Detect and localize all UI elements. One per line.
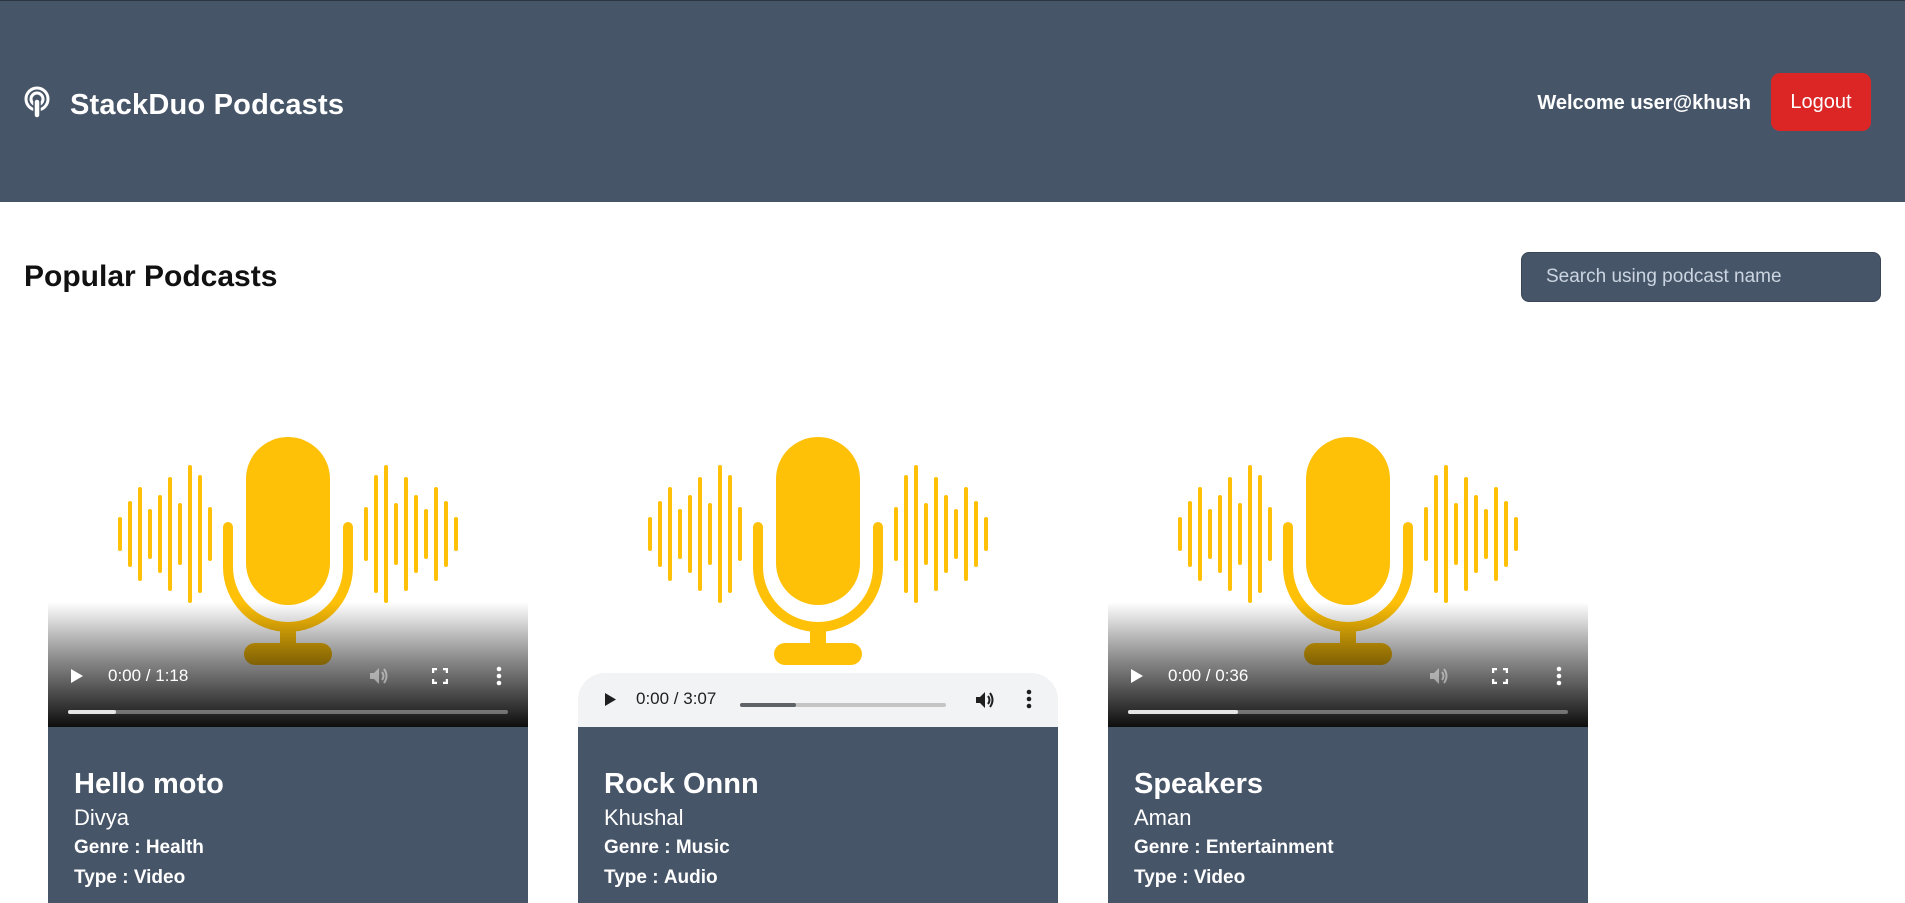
volume-icon[interactable] (368, 666, 390, 691)
podcast-author: Divya (74, 805, 130, 830)
volume-icon[interactable] (1428, 666, 1450, 691)
page-title: Popular Podcasts (24, 260, 278, 293)
welcome-text: Welcome user@khush (1537, 92, 1751, 114)
podcast-card[interactable]: 0:00 / 3:07 Rock Onnn Khushal Genre : Mu… (578, 420, 1058, 903)
more-options-icon[interactable] (496, 666, 502, 691)
video-player[interactable]: 0:00 / 0:36 (1108, 420, 1588, 727)
podcast-type: Type : Audio (604, 867, 718, 888)
podcast-card[interactable]: 0:00 / 1:18 Hello moto Divya Genre : Hea… (48, 420, 528, 903)
podcast-genre: Genre : Entertainment (1134, 837, 1334, 858)
video-progress-bar[interactable] (1128, 710, 1568, 714)
podcast-info: Rock Onnn Khushal Genre : Music Type : A… (578, 727, 1058, 903)
play-icon[interactable] (1130, 668, 1144, 689)
more-options-icon[interactable] (1556, 666, 1562, 691)
podcast-card[interactable]: 0:00 / 0:36 Speakers Aman Genre : Entert… (1108, 420, 1588, 903)
podcast-type: Type : Video (1134, 867, 1246, 888)
video-player[interactable]: 0:00 / 1:18 (48, 420, 528, 727)
play-icon[interactable] (604, 692, 617, 712)
microphone-icon (648, 437, 988, 665)
audio-player[interactable]: 0:00 / 3:07 (578, 673, 1058, 727)
more-options-icon[interactable] (1026, 689, 1032, 714)
podcast-genre: Genre : Health (74, 837, 204, 858)
video-time: 0:00 / 1:18 (108, 666, 189, 685)
podcast-title: Speakers (1134, 768, 1263, 800)
logout-button[interactable]: Logout (1771, 73, 1871, 131)
app-title: StackDuo Podcasts (70, 89, 345, 121)
podcast-info: Hello moto Divya Genre : Health Type : V… (48, 727, 528, 903)
audio-progress-bar[interactable] (740, 703, 946, 707)
navbar: StackDuo Podcasts Welcome user@khush Log… (0, 0, 1905, 202)
podcast-info: Speakers Aman Genre : Entertainment Type… (1108, 727, 1588, 903)
video-controls: 0:00 / 1:18 (48, 662, 528, 692)
audio-time: 0:00 / 3:07 (636, 689, 717, 708)
podcast-type: Type : Video (74, 867, 186, 888)
fullscreen-icon[interactable] (1491, 667, 1509, 689)
search-input[interactable] (1521, 252, 1881, 302)
podcast-author: Aman (1134, 805, 1192, 830)
play-icon[interactable] (70, 668, 84, 689)
podcast-author: Khushal (604, 805, 684, 830)
brand[interactable]: StackDuo Podcasts (22, 86, 344, 125)
podcast-title: Rock Onnn (604, 768, 759, 800)
fullscreen-icon[interactable] (431, 667, 449, 689)
video-progress-bar[interactable] (68, 710, 508, 714)
video-controls: 0:00 / 0:36 (1108, 662, 1588, 692)
video-time: 0:00 / 0:36 (1168, 666, 1249, 685)
volume-icon[interactable] (974, 690, 996, 715)
audio-media: 0:00 / 3:07 (578, 420, 1058, 727)
podcast-genre: Genre : Music (604, 837, 730, 858)
podcast-icon (22, 86, 52, 125)
podcast-title: Hello moto (74, 768, 224, 800)
